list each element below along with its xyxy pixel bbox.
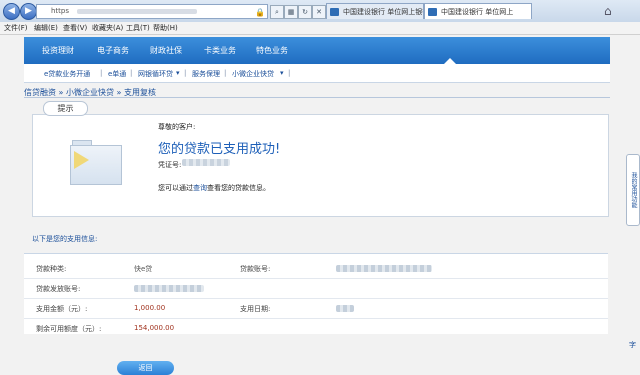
compatibility-icon[interactable]: ▦ (284, 5, 298, 19)
nav-social-security[interactable]: 财政社保 (150, 45, 182, 56)
date-redacted (336, 305, 354, 312)
subnav-separator: | (224, 69, 227, 77)
lock-icon[interactable]: 🔒 (255, 6, 265, 19)
chevron-down-icon: ▾ (176, 69, 180, 77)
hint-text: 查看您的贷款信息。 (207, 184, 270, 192)
home-icon[interactable]: ⌂ (604, 4, 612, 18)
back-arrow-icon[interactable]: ◀ (3, 3, 20, 20)
subnav-micro-loan[interactable]: 小微企业快贷 (232, 69, 274, 79)
main-nav-banner: 投资理财 电子商务 财政社保 卡类业务 特色业务 (24, 37, 610, 64)
breadcrumb-current: 支用复核 (124, 88, 156, 97)
menu-favorites[interactable]: 收藏夹(A) (92, 23, 123, 33)
arrow-icon (74, 151, 89, 169)
greeting: 尊敬的客户: (158, 123, 196, 131)
breadcrumb-root[interactable]: 信贷融资 (24, 88, 56, 97)
subnav-e-bill[interactable]: e单通 (108, 69, 126, 79)
side-panel-label: 我的常用功能 (630, 172, 637, 208)
menu-tools[interactable]: 工具(T) (126, 23, 150, 33)
stop-icon[interactable]: ✕ (312, 5, 326, 19)
address-blurred (77, 9, 197, 14)
nav-card-business[interactable]: 卡类业务 (204, 45, 236, 56)
subnav-factoring[interactable]: 服务保理 (192, 69, 220, 79)
loan-type-label: 贷款种类: (36, 265, 67, 273)
amount-value: 1,000.00 (134, 304, 166, 312)
address-bar[interactable]: https 🔒 (36, 4, 268, 19)
tab-bank-1[interactable]: 中国建设银行 单位网上银行 (326, 3, 424, 19)
loan-account-label: 贷款账号: (240, 265, 271, 273)
details-section-title: 以下是您的支用信息: (32, 235, 98, 243)
query-hint: 您可以通过查询查看您的贷款信息。 (158, 183, 270, 193)
folder-icon (70, 137, 122, 189)
table-row: 剩余可用额度（元）: 154,000.00 (24, 318, 608, 338)
subnav-separator: | (100, 69, 103, 77)
subnav-separator: | (184, 69, 187, 77)
menu-bar: 文件(F) 编辑(E) 查看(V) 收藏夹(A) 工具(T) 帮助(H) (0, 22, 640, 35)
address-text: https (51, 7, 70, 15)
tab-label: 中国建设银行 单位网上银行 (343, 8, 424, 16)
voucher-number-redacted (182, 159, 230, 166)
details-table: 贷款种类: 快e贷 贷款账号: 贷款发放账号: 支用金额（元）: 1,000.0… (24, 253, 608, 334)
disburse-account-label: 贷款发放账号: (36, 285, 81, 293)
sub-nav: e贷款业务开通 | e单通 | 网银循环贷 ▾ | 服务保理 | 小微企业快贷 … (24, 64, 610, 83)
menu-help[interactable]: 帮助(H) (153, 23, 178, 33)
nav-special-business[interactable]: 特色业务 (256, 45, 288, 56)
table-row: 贷款发放账号: (24, 278, 608, 299)
loan-account-redacted (336, 265, 432, 272)
side-quick-panel[interactable]: 我的常用功能 (626, 154, 640, 226)
menu-view[interactable]: 查看(V) (63, 23, 87, 33)
tab-label: 中国建设银行 单位网上 (441, 8, 514, 16)
browser-toolbar: ◀ ▶ https 🔒 ⌕ ▦ ↻ ✕ 中国建设银行 单位网上银行 中国建设银行… (0, 0, 640, 23)
breadcrumb-separator: » (116, 88, 122, 97)
table-row: 支用金额（元）: 1,000.00 支用日期: (24, 298, 608, 319)
breadcrumb-mid[interactable]: 小微企业快贷 (66, 88, 114, 97)
remaining-value: 154,000.00 (134, 324, 175, 332)
remaining-label: 剩余可用额度（元）: (36, 325, 102, 333)
subnav-separator: | (130, 69, 133, 77)
loan-type-value: 快e贷 (134, 265, 153, 273)
subnav-revolving-loan[interactable]: 网银循环贷 (138, 69, 173, 79)
back-button[interactable]: 返回 (117, 361, 174, 375)
voucher-label: 凭证号: (158, 161, 182, 169)
forward-arrow-icon[interactable]: ▶ (20, 3, 37, 20)
success-message: 您的贷款已支用成功! (158, 142, 281, 157)
nav-investment[interactable]: 投资理财 (42, 45, 74, 56)
query-link[interactable]: 查询 (193, 184, 207, 192)
breadcrumb-separator: » (58, 88, 64, 97)
tab-bank-2[interactable]: 中国建设银行 单位网上 (424, 3, 532, 19)
nav-ecommerce[interactable]: 电子商务 (97, 45, 129, 56)
bank-favicon-icon (330, 8, 339, 16)
chevron-down-icon: ▾ (280, 69, 284, 77)
refresh-icon[interactable]: ↻ (298, 5, 312, 19)
search-icon[interactable]: ⌕ (270, 5, 284, 19)
menu-file[interactable]: 文件(F) (4, 23, 28, 33)
hint-text: 您可以通过 (158, 184, 193, 192)
date-label: 支用日期: (240, 305, 271, 313)
menu-edit[interactable]: 编辑(E) (34, 23, 58, 33)
amount-label: 支用金额（元）: (36, 305, 88, 313)
tip-label: 提示 (43, 101, 88, 116)
subnav-separator: | (288, 69, 291, 77)
bank-favicon-icon (428, 8, 437, 16)
breadcrumb-divider (24, 97, 610, 98)
font-size-toggle[interactable]: 字 (629, 340, 636, 350)
table-row: 贷款种类: 快e贷 贷款账号: (24, 258, 608, 279)
subnav-e-loan-open[interactable]: e贷款业务开通 (44, 69, 90, 79)
disburse-account-redacted (134, 285, 204, 292)
